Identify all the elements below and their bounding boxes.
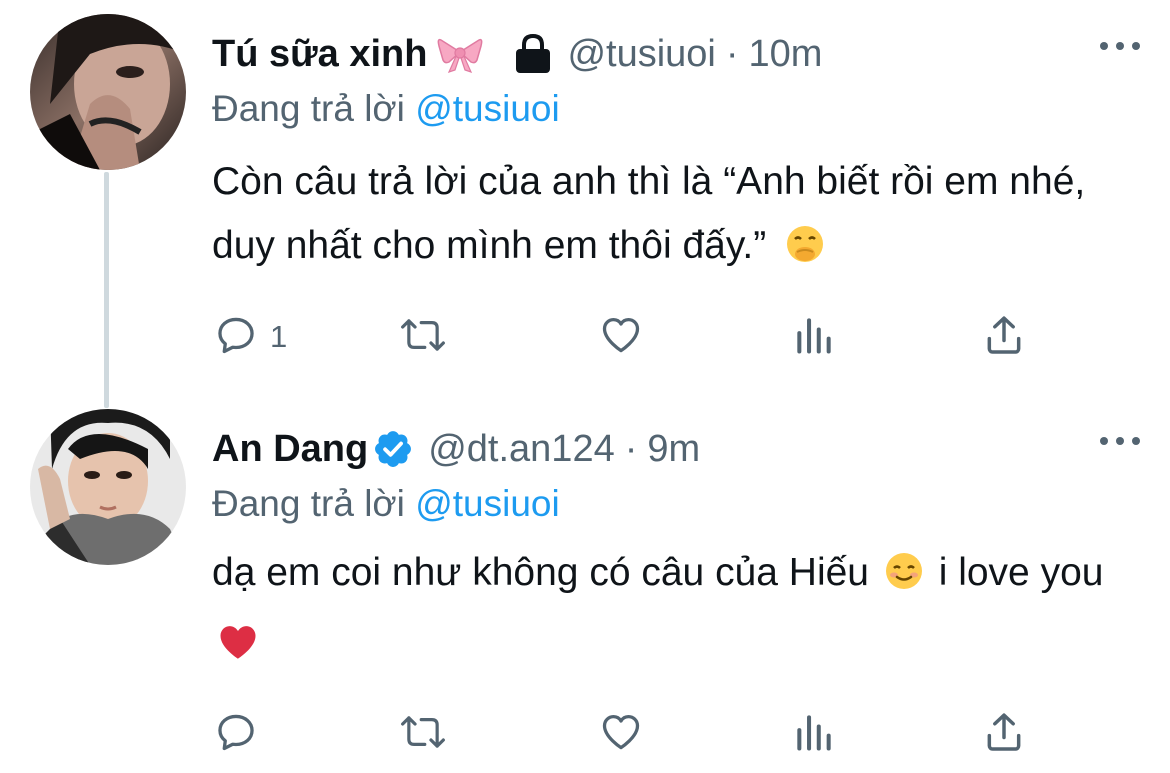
reply-count: 1 (270, 319, 288, 354)
smiling-face-emoji (884, 547, 924, 611)
views-button[interactable] (792, 709, 836, 759)
author-handle[interactable]: @dt.an124 (428, 423, 615, 475)
replying-to: Đang trả lời @tusiuoi (212, 479, 560, 529)
tweet-text-part1: dạ em coi như không có câu của Hiếu (212, 551, 870, 594)
share-icon (982, 313, 1026, 362)
replying-to-label: Đang trả lời (212, 88, 405, 129)
separator-dot: · (725, 33, 739, 75)
author-name[interactable]: An Dang (212, 423, 368, 475)
tweet-header: Tú sữa xinh @tusiuoi · 10m (212, 28, 822, 80)
tweet-timestamp[interactable]: 9m (647, 423, 700, 475)
views-icon (792, 313, 836, 362)
views-icon (792, 710, 836, 759)
tweet[interactable]: An Dang @dt.an124 · 9m Đang trả lời @tus… (0, 395, 1170, 773)
views-button[interactable] (792, 312, 836, 362)
like-icon (598, 313, 644, 362)
replying-to-label: Đang trả lời (212, 483, 405, 524)
reply-icon (214, 313, 258, 362)
tweet-text: Còn câu trả lời của anh thì là “Anh biết… (212, 150, 1132, 284)
lock-icon (513, 33, 553, 75)
replying-to-mention[interactable]: @tusiuoi (415, 483, 560, 524)
tweet-text-part2: i love you (938, 551, 1104, 594)
tweet-actions (214, 709, 1034, 759)
replying-to: Đang trả lời @tusiuoi (212, 84, 560, 134)
tweet-actions: 1 (214, 312, 1034, 362)
ribbon-emoji (437, 34, 483, 74)
retweet-button[interactable] (400, 709, 446, 759)
avatar[interactable] (30, 409, 186, 565)
retweet-icon (400, 313, 446, 362)
tweet[interactable]: Tú sữa xinh @tusiuoi · 10m Đang trả lời … (0, 0, 1170, 395)
like-button[interactable] (598, 709, 644, 759)
tweet-header: An Dang @dt.an124 · 9m (212, 423, 700, 475)
tweet-text: dạ em coi như không có câu của Hiếu i lo… (212, 541, 1132, 681)
share-icon (982, 710, 1026, 759)
more-icon[interactable] (1100, 431, 1140, 451)
retweet-button[interactable] (400, 312, 446, 362)
like-button[interactable] (598, 312, 644, 362)
share-button[interactable] (982, 709, 1026, 759)
like-icon (598, 710, 644, 759)
face-with-hand-over-mouth-emoji (785, 220, 825, 284)
avatar[interactable] (30, 14, 186, 170)
retweet-icon (400, 710, 446, 759)
tweet-text-content: Còn câu trả lời của anh thì là “Anh biết… (212, 160, 1086, 267)
replying-to-mention[interactable]: @tusiuoi (415, 88, 560, 129)
red-heart-emoji (218, 617, 258, 681)
author-handle[interactable]: @tusiuoi (567, 28, 715, 80)
reply-icon (214, 710, 258, 759)
tweet-timestamp[interactable]: 10m (749, 28, 823, 80)
author-name[interactable]: Tú sữa xinh (212, 28, 427, 80)
reply-button[interactable] (214, 709, 270, 759)
separator-dot: · (624, 428, 638, 470)
reply-button[interactable]: 1 (214, 312, 287, 362)
verified-badge-icon (372, 428, 414, 470)
share-button[interactable] (982, 312, 1026, 362)
more-icon[interactable] (1100, 36, 1140, 56)
